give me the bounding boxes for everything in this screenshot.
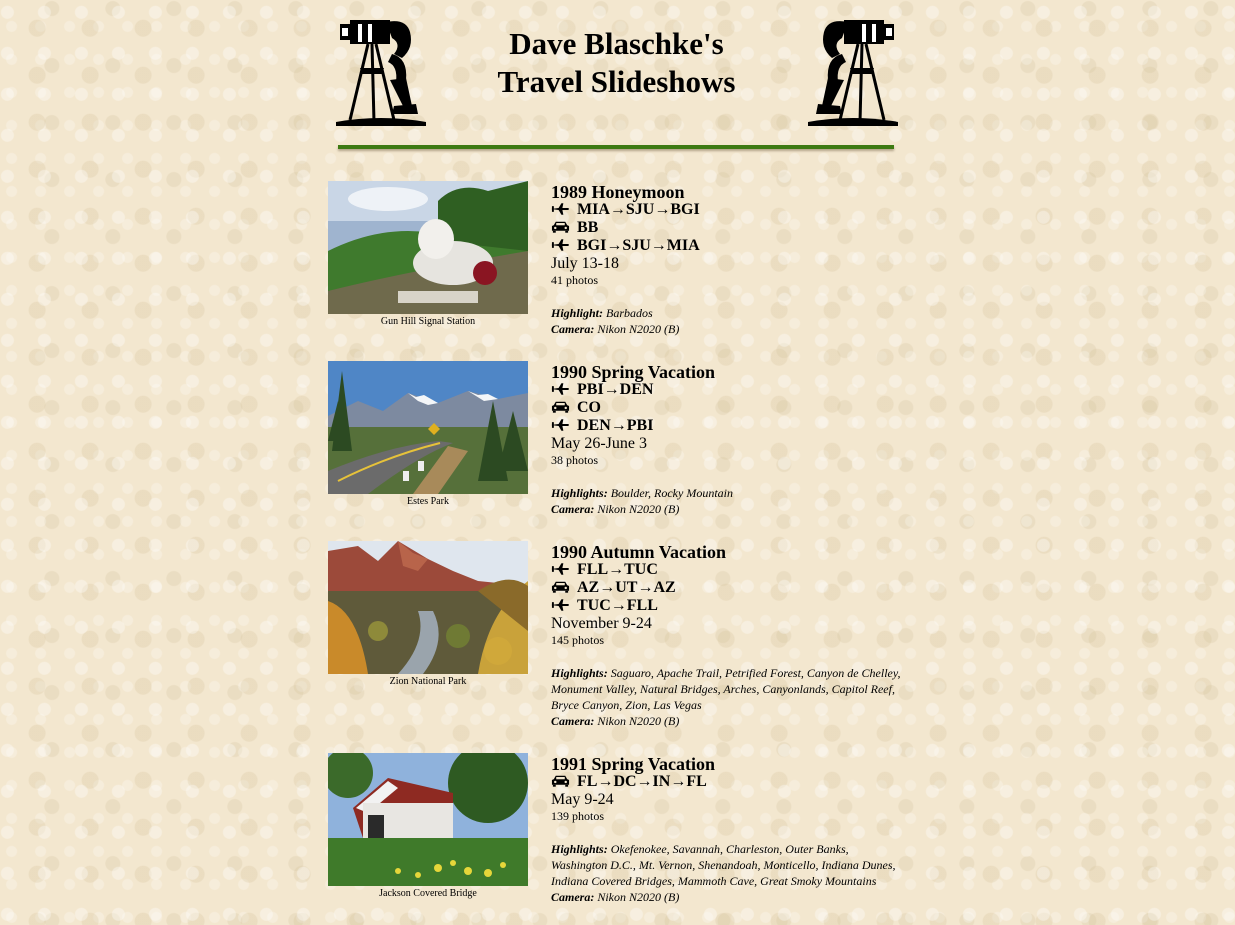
camera-value: Nikon N2020 (B) [597, 714, 680, 728]
trip-photo-count: 139 photos [551, 809, 605, 823]
trip-leg-route: BB [577, 219, 599, 236]
trip-thumbnail[interactable] [328, 753, 528, 886]
trip-photo-count: 38 photos [551, 453, 599, 467]
vintage-photographer-icon [336, 14, 426, 126]
trip-info: 1990 Autumn Vacation FLL→TUC AZ→UT→AZ TU… [551, 541, 906, 729]
trip-leg: DEN→PBI [551, 417, 906, 435]
airplane-icon [551, 599, 570, 611]
trip-title-link[interactable]: 1991 Spring Vacation [551, 755, 906, 773]
page-title-line-1: Dave Blaschke's [509, 26, 724, 61]
trip-leg-route: TUC→FLL [577, 597, 658, 614]
trip-dates: July 13-18 [551, 255, 619, 272]
airplane-icon [551, 563, 570, 575]
trip-highlights: Highlights: Boulder, Rocky Mountain [551, 485, 906, 501]
trip-thumbnail-link[interactable] [328, 361, 528, 494]
trip-title-link[interactable]: 1990 Autumn Vacation [551, 543, 906, 561]
camera-label: Camera: [551, 322, 595, 336]
trip-info: 1991 Spring Vacation FL→DC→IN→FL May 9-2… [551, 753, 906, 905]
airplane-icon [551, 383, 570, 395]
trip-highlights: Highlights: Saguaro, Apache Trail, Petri… [551, 665, 906, 713]
trip-thumbnail-link[interactable] [328, 181, 528, 314]
trip-title-link[interactable]: 1989 Honeymoon [551, 183, 906, 201]
highlights-value: Barbados [606, 306, 653, 320]
highlights-label: Highlight: [551, 306, 604, 320]
trip-leg-route: PBI→DEN [577, 381, 654, 398]
trip-leg-route: AZ→UT→AZ [577, 579, 676, 596]
trip-leg: TUC→FLL [551, 597, 906, 615]
highlights-value: Boulder, Rocky Mountain [610, 486, 733, 500]
trip-leg: MIA→SJU→BGI [551, 201, 906, 219]
camera-value: Nikon N2020 (B) [597, 322, 680, 336]
trip-thumbnail-link[interactable] [328, 753, 528, 886]
trip-thumbnail-link[interactable] [328, 541, 528, 674]
header-divider [338, 145, 894, 149]
trip-info: 1990 Spring Vacation PBI→DEN CO DEN→PBI … [551, 361, 906, 517]
highlights-label: Highlights: [551, 666, 608, 680]
trip-photo-count: 145 photos [551, 633, 605, 647]
trip-leg-route: FL→DC→IN→FL [577, 773, 707, 790]
airplane-icon [551, 419, 570, 431]
site-header: Dave Blaschke's Travel Slideshows [330, 10, 900, 160]
trip-dates: May 9-24 [551, 791, 614, 808]
trip-camera: Camera: Nikon N2020 (B) [551, 713, 906, 729]
car-icon [551, 401, 570, 413]
camera-value: Nikon N2020 (B) [597, 502, 680, 516]
trip-thumbnail[interactable] [328, 361, 528, 494]
trip-leg: BB [551, 219, 906, 237]
camera-value: Nikon N2020 (B) [597, 890, 680, 904]
trip-leg: BGI→SJU→MIA [551, 237, 906, 255]
trip-dates: May 26-June 3 [551, 435, 647, 452]
trip-highlights: Highlights: Okefenokee, Savannah, Charle… [551, 841, 906, 889]
trip-leg-route: FLL→TUC [577, 561, 658, 578]
trip-leg-route: CO [577, 399, 601, 416]
highlights-label: Highlights: [551, 842, 608, 856]
trip-leg-route: MIA→SJU→BGI [577, 201, 700, 218]
camera-label: Camera: [551, 502, 595, 516]
trip-leg: PBI→DEN [551, 381, 906, 399]
trip-thumbnail-caption: Jackson Covered Bridge [379, 888, 477, 899]
vintage-photographer-icon [808, 14, 898, 126]
trip-thumbnail-caption: Zion National Park [389, 676, 467, 687]
car-icon [551, 221, 570, 233]
trip-camera: Camera: Nikon N2020 (B) [551, 501, 906, 517]
airplane-icon [551, 239, 570, 251]
camera-label: Camera: [551, 714, 595, 728]
trip-thumbnail[interactable] [328, 181, 528, 314]
highlights-label: Highlights: [551, 486, 608, 500]
car-icon [551, 581, 570, 593]
trip-info: 1989 Honeymoon MIA→SJU→BGI BB BGI→SJU→MI… [551, 181, 906, 337]
trip-leg: AZ→UT→AZ [551, 579, 906, 597]
trip-highlights: Highlight: Barbados [551, 305, 906, 321]
trip-leg: FL→DC→IN→FL [551, 773, 906, 791]
camera-label: Camera: [551, 890, 595, 904]
trip-title-link[interactable]: 1990 Spring Vacation [551, 363, 906, 381]
trip-camera: Camera: Nikon N2020 (B) [551, 321, 906, 337]
trip-leg-route: BGI→SJU→MIA [577, 237, 700, 254]
trip-camera: Camera: Nikon N2020 (B) [551, 889, 906, 905]
trip-leg: CO [551, 399, 906, 417]
trip-leg: FLL→TUC [551, 561, 906, 579]
car-icon [551, 775, 570, 787]
trip-thumbnail[interactable] [328, 541, 528, 674]
trip-leg-route: DEN→PBI [577, 417, 654, 434]
trip-thumbnail-caption: Gun Hill Signal Station [380, 316, 476, 327]
airplane-icon [551, 203, 570, 215]
page-title-line-2: Travel Slideshows [497, 64, 736, 99]
page-title: Dave Blaschke's Travel Slideshows [425, 25, 808, 101]
trip-thumbnail-caption: Estes Park [407, 496, 449, 507]
trip-dates: November 9-24 [551, 615, 652, 632]
trip-photo-count: 41 photos [551, 273, 599, 287]
